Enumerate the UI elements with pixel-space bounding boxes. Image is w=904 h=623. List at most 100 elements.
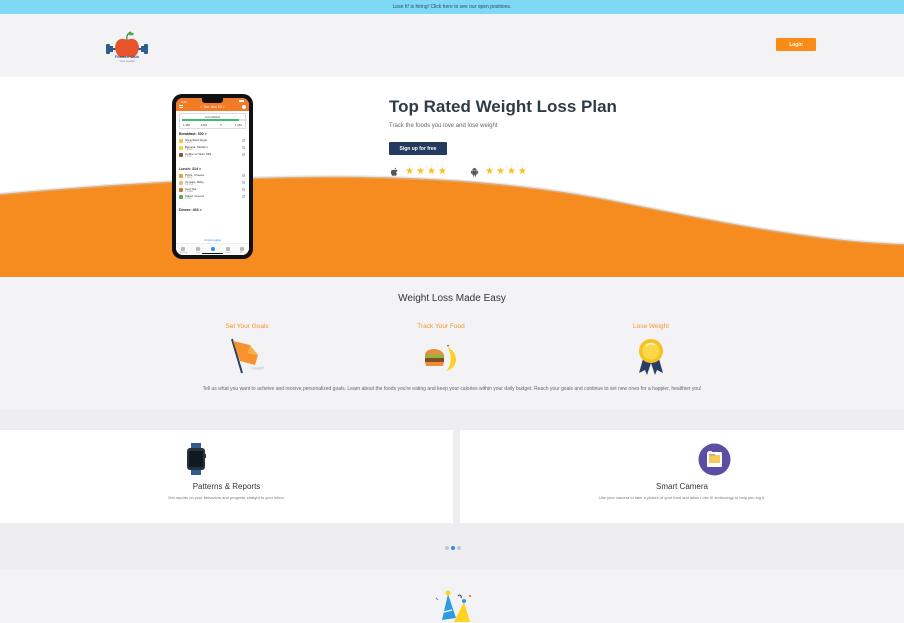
star-icon: ★	[437, 166, 447, 177]
food-item: Iced Tea 1 Glass	[179, 187, 245, 194]
food-check-icon	[242, 138, 245, 142]
smartwatch-icon	[187, 443, 206, 475]
food-item: Scrambled Eggs 2 Each	[179, 138, 245, 145]
hiring-banner[interactable]: Lose It! is hiring! Click here to see ou…	[0, 0, 904, 14]
tab-label: My Day	[180, 252, 188, 254]
tab-add-icon	[211, 247, 215, 251]
food-check-icon	[242, 145, 245, 149]
app-date: < Tue, Nov 10 >	[200, 105, 225, 109]
star-icon: ★	[485, 166, 494, 177]
android-icon	[470, 167, 479, 177]
feature-card-smart-camera[interactable]: Smart Camera Use your camera to take a p…	[460, 430, 904, 523]
star-icon: ★	[415, 166, 425, 177]
android-rating[interactable]: ★ ★ ★ ★	[470, 166, 529, 178]
calorie-number: 1,450	[183, 123, 190, 127]
feature-title: Smart Camera	[655, 482, 708, 491]
food-detail: 1 Slice	[185, 176, 193, 180]
food-icon	[179, 153, 183, 157]
star-icon: ★	[405, 166, 414, 177]
food-item: Cereals, Baby 1/2 Cup	[179, 180, 245, 187]
food-check-icon	[242, 187, 245, 191]
lose-weight-title: Lose Weight	[632, 323, 669, 330]
star-icon: ★	[426, 166, 436, 177]
page: Lose It! is hiring! Click here to see ou…	[0, 0, 904, 623]
calorie-number: 1,261	[234, 123, 242, 127]
food-item: Pizza, Cheese 1 Slice	[179, 173, 245, 180]
meal-breakfast: Breakfast: 300 >	[179, 132, 207, 136]
food-icon	[179, 174, 183, 178]
tab-log-icon	[196, 247, 200, 251]
section-title: Weight Loss Made Easy	[398, 293, 506, 304]
food-check-icon	[242, 180, 245, 184]
calorie-progress-remaining	[239, 119, 247, 121]
food-check-icon	[242, 194, 245, 198]
track-food-title: Track Your Food	[417, 323, 465, 330]
logo-subtext: Your Health	[119, 59, 135, 63]
tab-label: Goals	[225, 252, 231, 254]
food-check-icon	[242, 173, 245, 177]
food-detail: 1 Each	[185, 148, 193, 152]
tab-my-day-icon	[181, 247, 185, 251]
calorie-progress	[182, 119, 239, 121]
phone-screen: 9:41 < Tue, Nov 10 > CALORIES 1,450 1,26…	[176, 98, 249, 255]
feature-title: Patterns & Reports	[192, 482, 261, 491]
calorie-numbers: 1,450 1,261 0 1,261	[182, 123, 243, 128]
flag-icon	[231, 338, 265, 374]
food-item: Banana, Medium 1 Each	[179, 145, 245, 152]
carousel-dot-active[interactable]	[451, 546, 455, 550]
battery-icon	[239, 100, 244, 102]
features-carousel: Patterns & Reports Get reports on your b…	[0, 410, 904, 570]
signup-button[interactable]: Sign up for free	[389, 142, 447, 155]
food-icon	[179, 146, 183, 150]
feature-description: Get reports on your behaviors and progre…	[168, 495, 285, 500]
food-detail: 1 Cup	[185, 197, 192, 201]
phone-mockup: 9:41 < Tue, Nov 10 > CALORIES 1,450 1,26…	[172, 94, 253, 259]
apple-rating[interactable]: ★ ★ ★ ★	[390, 166, 449, 178]
calorie-number: 1,261	[200, 123, 208, 127]
hero-title: Top Rated Weight Loss Plan	[389, 97, 617, 116]
tab-label: Me	[240, 252, 244, 254]
status-time: 9:41	[181, 99, 187, 104]
food-icon	[179, 195, 183, 199]
calorie-box: CALORIES 1,450 1,261 0 1,261	[179, 113, 247, 129]
meal-dinner: Dinner: 463 >	[179, 208, 202, 212]
status-bar: 9:41	[179, 99, 246, 104]
food-detail: 1 Glass	[185, 190, 194, 194]
logo-icon[interactable]	[104, 28, 150, 74]
carousel-dots	[445, 546, 463, 550]
profile-icon	[242, 104, 246, 109]
carousel-dot[interactable]	[445, 546, 449, 550]
section-description: Tell us what you want to acheive and rec…	[202, 386, 702, 392]
food-check-icon	[242, 152, 245, 156]
party-hats-icon	[435, 590, 471, 622]
carousel-dot[interactable]	[457, 546, 461, 550]
feature-description: Use your camera to take a picture of you…	[598, 495, 766, 500]
login-button[interactable]: Login	[776, 38, 816, 51]
meal-lunch: Lunch: 314 >	[179, 167, 202, 171]
weight-loss-easy-section: Weight Loss Made Easy Set Your Goals Tra…	[0, 277, 904, 410]
tab-goals-icon	[226, 247, 230, 251]
calorie-number: 0	[220, 123, 222, 127]
site-header: Fitness Club Your Health Login	[0, 14, 904, 77]
home-indicator	[202, 252, 223, 254]
burger-banana-icon	[425, 345, 456, 371]
medal-icon	[639, 339, 663, 375]
food-item: Salad, Greens 1 Cup	[179, 194, 245, 201]
set-goals-title: Set Your Goals	[225, 323, 269, 330]
star-icon: ★	[517, 166, 527, 177]
food-item: Coffee w/ Skim Milk 1 Cup	[179, 152, 245, 159]
tab-me-icon	[240, 247, 244, 251]
hiring-banner-text[interactable]: Lose It! is hiring! Click here to see ou…	[393, 4, 512, 10]
food-detail: 2 Each	[185, 141, 193, 145]
food-detail: 1/2 Cup	[185, 183, 194, 187]
star-icon: ★	[495, 166, 505, 177]
hero-subtitle: Track the foods you love and lose weight	[389, 123, 498, 129]
feature-card-patterns[interactable]: Patterns & Reports Get reports on your b…	[0, 430, 453, 523]
bottom-section	[0, 570, 904, 623]
apple-icon	[390, 167, 398, 176]
star-icon: ★	[506, 166, 516, 177]
food-icon	[179, 188, 183, 192]
food-detail: 1 Cup	[185, 155, 192, 159]
food-icon	[179, 181, 183, 185]
camera-food-icon	[698, 443, 731, 476]
